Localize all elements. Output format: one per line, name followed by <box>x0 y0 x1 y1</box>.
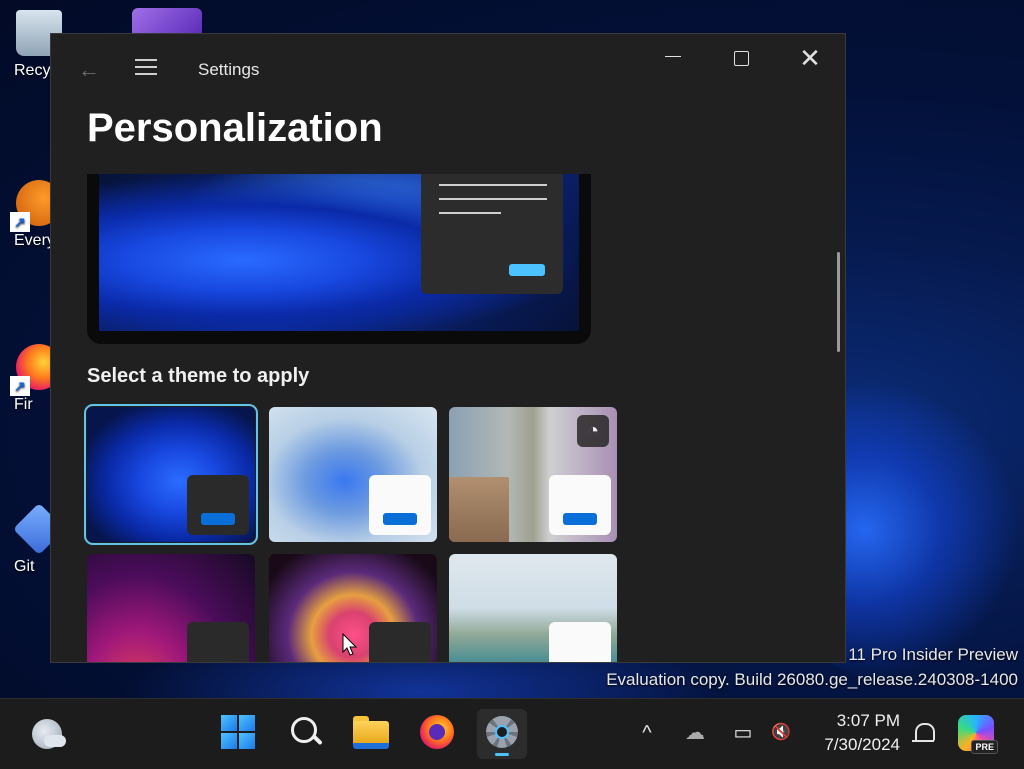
theme-mini-window <box>549 475 611 535</box>
weather-icon[interactable] <box>30 715 66 751</box>
preview-accent-button <box>509 264 545 276</box>
clock-date: 7/30/2024 <box>824 735 900 754</box>
network-icon[interactable]: ▭ <box>728 719 758 747</box>
back-arrow-icon[interactable]: ← <box>75 56 103 84</box>
file-explorer-icon[interactable] <box>353 716 389 749</box>
section-heading: Select a theme to apply <box>87 365 310 387</box>
search-icon[interactable] <box>289 715 325 751</box>
theme-mini-window <box>369 622 431 662</box>
start-icon[interactable] <box>221 715 255 749</box>
theme-preview <box>87 174 591 344</box>
theme-dark-bloom[interactable] <box>84 404 258 545</box>
show-hidden-icons-chevron-icon[interactable]: ^ <box>632 719 662 747</box>
onedrive-icon[interactable]: ☁ <box>680 719 710 747</box>
clock[interactable]: 3:07 PM 7/30/2024 <box>808 709 900 757</box>
title-bar: ← Settings ✕ <box>51 34 845 94</box>
theme-mini-window <box>549 622 611 662</box>
maximize-button[interactable] <box>717 42 763 74</box>
scrollbar-thumb[interactable] <box>837 252 840 352</box>
theme-mini-window <box>187 622 249 662</box>
theme-mini-window <box>369 475 431 535</box>
settings-taskbar-button[interactable] <box>477 709 527 759</box>
hamburger-menu-icon[interactable] <box>135 59 157 79</box>
theme-flow[interactable] <box>449 554 617 662</box>
slideshow-icon: ◔ <box>577 415 609 447</box>
settings-icon <box>485 715 519 749</box>
volume-muted-icon[interactable]: 🔇 <box>766 719 796 747</box>
copilot-icon[interactable]: PRE <box>958 715 998 754</box>
theme-light-bloom[interactable] <box>269 407 437 542</box>
minimize-button[interactable] <box>649 42 695 74</box>
mouse-cursor <box>342 632 358 662</box>
preview-window-mock <box>421 174 563 294</box>
shortcut-arrow-icon: ↗ <box>10 376 30 396</box>
preview-badge: PRE <box>971 740 998 754</box>
watermark-build: Evaluation copy. Build 26080.ge_release.… <box>606 670 1018 689</box>
settings-window: ← Settings ✕ Personalization Select a th… <box>50 33 846 663</box>
theme-glow[interactable] <box>87 554 255 662</box>
theme-spotlight[interactable]: ◔ <box>449 407 617 542</box>
active-indicator <box>495 753 509 756</box>
watermark-edition: 11 Pro Insider Preview <box>848 645 1018 664</box>
page-title: Personalization <box>87 106 383 150</box>
notification-bell-icon[interactable] <box>910 719 936 747</box>
shortcut-arrow-icon: ↗ <box>10 212 30 232</box>
window-title: Settings <box>198 60 260 79</box>
taskbar: ^ ☁ ▭ 🔇 3:07 PM 7/30/2024 PRE <box>0 698 1024 769</box>
theme-mini-window <box>187 475 249 535</box>
clock-time: 3:07 PM <box>836 711 900 730</box>
close-button[interactable]: ✕ <box>787 42 833 74</box>
firefox-icon[interactable] <box>420 715 454 749</box>
